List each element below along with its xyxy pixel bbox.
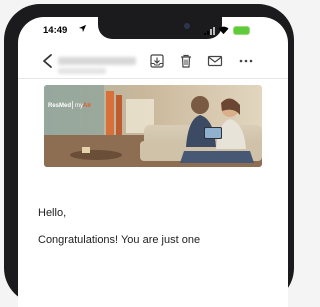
battery-icon [233,26,250,35]
status-time: 14:49 [43,25,68,36]
phone-frame: 14:49 ResMed my Air Hello, Congratulatio… [4,4,294,307]
email-body-text: Congratulations! You are just one [38,234,201,246]
mail-icon[interactable] [207,53,223,69]
svg-text:ResMed: ResMed [48,103,71,109]
hero-image-couple-on-couch: ResMed my Air [44,85,262,167]
location-arrow-icon [78,24,87,33]
sender-name-blurred [58,57,136,65]
email-greeting: Hello, [38,207,67,219]
wifi-icon [218,26,229,35]
email-toolbar [18,45,288,77]
cellular-signal-icon [204,27,215,35]
trash-icon[interactable] [178,53,194,69]
svg-text:Air: Air [83,103,92,109]
front-camera [184,23,190,29]
save-to-inbox-icon[interactable] [149,53,165,69]
more-icon[interactable] [238,53,254,69]
back-chevron-icon[interactable] [40,53,56,69]
phone-screen: 14:49 ResMed my Air Hello, Congratulatio… [18,17,288,307]
toolbar-divider [18,78,288,79]
svg-text:my: my [75,103,83,109]
sender-address-blurred [58,68,106,74]
